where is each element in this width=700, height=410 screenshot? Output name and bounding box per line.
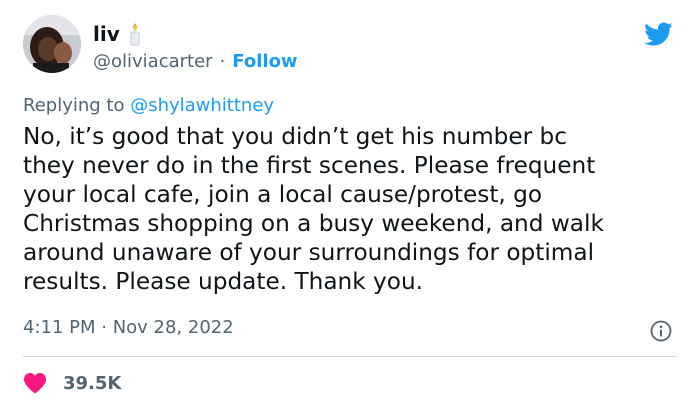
info-icon[interactable] — [650, 320, 672, 342]
reply-prefix: Replying to — [23, 95, 131, 116]
tweet-text-line: No, it’s good that you didn’t get his nu… — [23, 123, 568, 150]
reply-mention-link[interactable]: @shylawhittney — [130, 95, 274, 116]
tweet-text-line: around unaware of your surroundings for … — [23, 239, 595, 266]
like-count: 39.5K — [63, 372, 122, 394]
author-handle[interactable]: @oliviacarter — [93, 51, 213, 72]
author-handle-row: @oliviacarter · Follow — [93, 49, 298, 73]
tweet-text: No, it’s good that you didn’t get his nu… — [23, 122, 683, 296]
twitter-bird-icon[interactable] — [641, 19, 675, 49]
author-display-name[interactable]: liv — [93, 22, 120, 46]
tweet-text-line: results. Please update. Thank you. — [23, 268, 424, 295]
tweet-text-line: Christmas shopping on a busy weekend, an… — [23, 210, 604, 237]
author-name-row: liv — [93, 20, 142, 48]
tweet-text-line: they never do in the first scenes. Pleas… — [23, 152, 596, 179]
reply-context: Replying to @shylawhittney — [23, 95, 274, 116]
divider — [23, 356, 677, 357]
tweet-card: liv @oliviacarter · Follow Replying to @… — [0, 0, 700, 410]
candle-icon — [128, 22, 142, 46]
like-action[interactable]: 39.5K — [23, 370, 121, 396]
heart-icon[interactable] — [23, 372, 47, 394]
avatar-photo — [23, 15, 81, 73]
avatar[interactable] — [23, 15, 81, 73]
separator-dot: · — [219, 50, 226, 72]
tweet-timestamp[interactable]: 4:11 PM · Nov 28, 2022 — [23, 317, 234, 338]
follow-button[interactable]: Follow — [232, 51, 297, 72]
tweet-text-line: your local cafe, join a local cause/prot… — [23, 181, 543, 208]
